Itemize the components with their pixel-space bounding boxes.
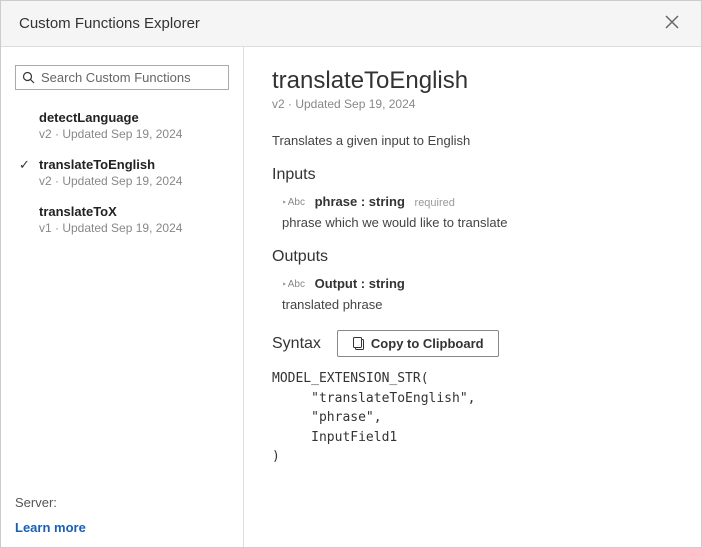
- output-param: Abc Output : string: [282, 276, 673, 291]
- input-colon: :: [357, 194, 369, 209]
- search-input[interactable]: [41, 70, 222, 85]
- output-name: Output: [315, 276, 358, 291]
- function-subtitle: v2 · Updated Sep 19, 2024: [272, 97, 673, 111]
- function-meta: v2 · Updated Sep 19, 2024: [39, 127, 229, 141]
- function-list: detectLanguage v2 · Updated Sep 19, 2024…: [15, 104, 229, 485]
- output-type: string: [369, 276, 405, 291]
- input-name: phrase: [315, 194, 358, 209]
- syntax-heading: Syntax: [272, 335, 321, 353]
- function-description: Translates a given input to English: [272, 133, 673, 148]
- inputs-heading: Inputs: [272, 166, 673, 184]
- server-label: Server:: [15, 495, 229, 510]
- outputs-heading: Outputs: [272, 248, 673, 266]
- dialog: Custom Functions Explorer detectLanguage…: [0, 0, 702, 548]
- function-item-translatetox[interactable]: translateToX v1 · Updated Sep 19, 2024: [15, 198, 229, 245]
- required-badge: required: [415, 197, 455, 209]
- type-glyph-icon: Abc: [282, 279, 305, 290]
- dialog-body: detectLanguage v2 · Updated Sep 19, 2024…: [1, 47, 701, 547]
- sidebar-footer: Server: Learn more: [15, 485, 229, 535]
- clipboard-icon: [352, 337, 365, 351]
- input-param: Abc phrase : string required: [282, 194, 673, 209]
- function-name: translateToX: [39, 204, 229, 219]
- input-description: phrase which we would like to translate: [282, 215, 673, 230]
- syntax-row: Syntax Copy to Clipboard: [272, 330, 673, 357]
- output-description: translated phrase: [282, 297, 673, 312]
- sidebar: detectLanguage v2 · Updated Sep 19, 2024…: [1, 47, 244, 547]
- function-name: detectLanguage: [39, 110, 229, 125]
- function-meta: v2 · Updated Sep 19, 2024: [39, 174, 229, 188]
- input-type: string: [369, 194, 405, 209]
- function-title: translateToEnglish: [272, 67, 673, 95]
- learn-more-link[interactable]: Learn more: [15, 520, 229, 535]
- detail-pane: translateToEnglish v2 · Updated Sep 19, …: [244, 47, 701, 547]
- function-item-detectlanguage[interactable]: detectLanguage v2 · Updated Sep 19, 2024: [15, 104, 229, 151]
- type-glyph-icon: Abc: [282, 197, 305, 208]
- search-icon: [22, 71, 35, 84]
- function-meta: v1 · Updated Sep 19, 2024: [39, 221, 229, 235]
- close-button[interactable]: [661, 13, 683, 34]
- check-icon: ✓: [19, 157, 30, 173]
- function-name: translateToEnglish: [39, 157, 229, 172]
- titlebar: Custom Functions Explorer: [1, 1, 701, 47]
- copy-label: Copy to Clipboard: [371, 336, 484, 351]
- function-item-translatetoenglish[interactable]: ✓ translateToEnglish v2 · Updated Sep 19…: [15, 151, 229, 198]
- copy-to-clipboard-button[interactable]: Copy to Clipboard: [337, 330, 499, 357]
- dialog-title: Custom Functions Explorer: [19, 15, 200, 32]
- syntax-code: MODEL_EXTENSION_STR( "translateToEnglish…: [272, 369, 673, 467]
- search-box[interactable]: [15, 65, 229, 90]
- close-icon: [665, 15, 679, 29]
- output-colon: :: [357, 276, 369, 291]
